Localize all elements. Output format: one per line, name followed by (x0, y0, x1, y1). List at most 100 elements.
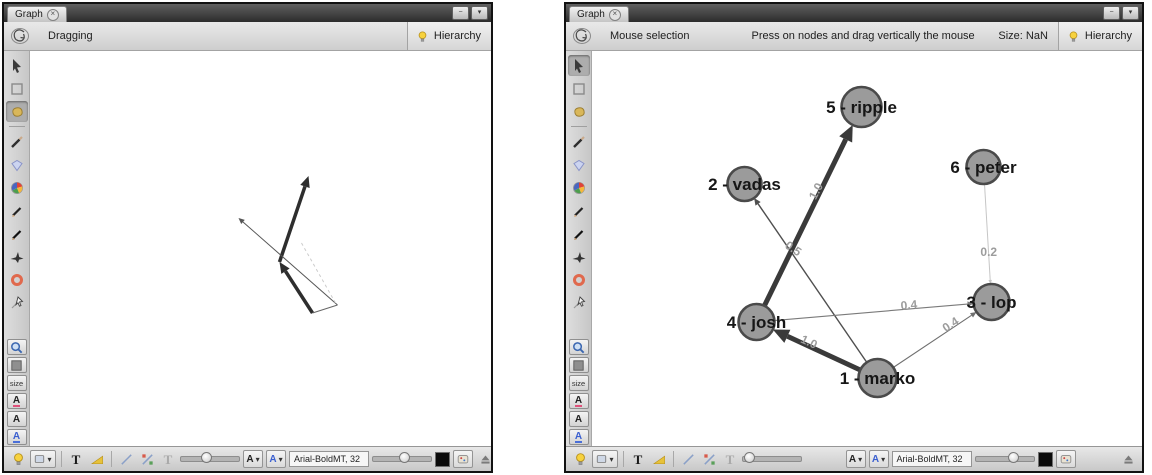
edge-font-button[interactable]: A▾ (869, 450, 889, 468)
node-pencil-tool[interactable] (568, 223, 590, 244)
edge-scale-slider[interactable] (180, 456, 240, 462)
heatmap-tool[interactable] (568, 177, 590, 198)
size-mode-button[interactable]: size (7, 375, 27, 391)
plane-icon (571, 249, 587, 265)
node-pencil-tool[interactable] (6, 223, 28, 244)
edge-color-mode-button[interactable] (88, 450, 106, 468)
edge-draw-tool[interactable] (6, 292, 28, 313)
painter-tool[interactable] (6, 131, 28, 152)
label-plain-button[interactable]: A (569, 411, 589, 427)
eject-icon (1122, 453, 1135, 466)
dropdown-arrow-icon: ▾ (881, 455, 885, 464)
tab-close-icon[interactable]: × (609, 9, 621, 21)
heatmap-tool[interactable] (6, 177, 28, 198)
rectangle-selection-tool[interactable] (568, 78, 590, 99)
node-labels-toggle[interactable]: T (629, 450, 647, 468)
edge-pencil-tool[interactable] (6, 200, 28, 221)
graph-canvas[interactable]: 0.51.00.41.00.40.21 - marko2 - vadas3 - … (592, 51, 1142, 446)
background-color-button[interactable] (569, 357, 589, 373)
painter-tool[interactable] (568, 131, 590, 152)
cursor-line-icon (571, 295, 587, 311)
window-menu-button[interactable]: ▾ (471, 6, 488, 20)
label-color-swatch[interactable] (435, 452, 450, 467)
attributes-settings-button[interactable] (1056, 450, 1076, 468)
square-swatch-icon (571, 358, 586, 373)
edge-font-button[interactable]: A▾ (266, 450, 286, 468)
collapse-panel-button[interactable] (476, 450, 494, 468)
graph-canvas[interactable] (30, 51, 491, 446)
hierarchy-panel[interactable]: Hierarchy (1058, 22, 1142, 50)
edge-labels-toggle[interactable]: T (721, 450, 739, 468)
edge-color-toggle[interactable] (138, 450, 156, 468)
slider-knob[interactable] (1008, 452, 1019, 463)
gray-t-icon: T (726, 453, 735, 466)
tab-close-icon[interactable]: × (47, 9, 59, 21)
shortest-path-tool[interactable] (6, 246, 28, 267)
status-text: Dragging (48, 30, 93, 42)
label-color-blue-button[interactable]: A (569, 429, 589, 445)
window-menu-button[interactable]: ▾ (1122, 6, 1139, 20)
shortest-path-tool[interactable] (568, 246, 590, 267)
label-size-slider[interactable] (372, 456, 432, 462)
labels-visibility-toggle[interactable] (571, 450, 589, 468)
font-field[interactable]: Arial-BoldMT, 32 (289, 451, 369, 467)
zoom-reset-button[interactable] (569, 339, 589, 355)
node-font-button[interactable]: A▾ (846, 450, 866, 468)
slider-knob[interactable] (399, 452, 410, 463)
label-mode-dropdown[interactable]: ▾ (592, 450, 618, 468)
node-font-button[interactable]: A▾ (243, 450, 263, 468)
slider-knob[interactable] (201, 452, 212, 463)
edge-pencil-tool[interactable] (568, 200, 590, 221)
collapse-panel-button[interactable] (1119, 450, 1137, 468)
attributes-settings-button[interactable] (453, 450, 473, 468)
labels-visibility-toggle[interactable] (9, 450, 27, 468)
sizer-tool[interactable] (6, 154, 28, 175)
edge-labels-toggle[interactable]: T (159, 450, 177, 468)
tab-graph[interactable]: Graph × (569, 6, 629, 22)
label-color-swatch[interactable] (1038, 452, 1053, 467)
edge-draw-tool[interactable] (568, 292, 590, 313)
minimize-button[interactable]: − (1103, 6, 1120, 20)
hierarchy-label: Hierarchy (1085, 30, 1132, 42)
tab-bar: Graph × − ▾ (566, 4, 1142, 22)
heat-ring-tool[interactable] (568, 269, 590, 290)
font-field[interactable]: Arial-BoldMT, 32 (892, 451, 972, 467)
label-color-red-button[interactable]: A (7, 393, 27, 409)
zoom-reset-button[interactable] (7, 339, 27, 355)
size-mode-button[interactable]: size (569, 375, 589, 391)
magnifier-icon (9, 340, 24, 355)
letter-a-blue-icon: A (13, 432, 20, 443)
letter-a-icon: A (13, 415, 20, 424)
drag-tool[interactable] (568, 101, 590, 122)
slider-knob[interactable] (744, 452, 755, 463)
edge-display-toggle[interactable] (679, 450, 697, 468)
label-plain-button[interactable]: A (7, 411, 27, 427)
minimize-button[interactable]: − (452, 6, 469, 20)
tab-graph[interactable]: Graph × (7, 6, 67, 22)
cursor-icon (9, 58, 25, 74)
gephi-logo-icon (4, 25, 36, 47)
edge-color-toggle[interactable] (700, 450, 718, 468)
hierarchy-panel[interactable]: Hierarchy (407, 22, 491, 50)
graph-edge (757, 139, 846, 322)
graph-svg: 0.51.00.41.00.40.21 - marko2 - vadas3 - … (592, 51, 1142, 446)
direct-selection-tool[interactable] (568, 55, 590, 76)
rectangle-selection-tool[interactable] (6, 78, 28, 99)
sizer-tool[interactable] (568, 154, 590, 175)
background-color-button[interactable] (7, 357, 27, 373)
edge-scale-slider[interactable] (742, 456, 802, 462)
node-labels-toggle[interactable]: T (67, 450, 85, 468)
edge-display-toggle[interactable] (117, 450, 135, 468)
edge-color-mode-button[interactable] (650, 450, 668, 468)
plane-icon (9, 249, 25, 265)
direct-selection-tool[interactable] (6, 55, 28, 76)
label-color-red-button[interactable]: A (569, 393, 589, 409)
label-color-blue-button[interactable]: A (7, 429, 27, 445)
label-mode-dropdown[interactable]: ▾ (30, 450, 56, 468)
label-size-slider[interactable] (975, 456, 1035, 462)
heat-ring-tool[interactable] (6, 269, 28, 290)
edge-weight-label: 0.4 (900, 297, 918, 312)
mini-display-icon (596, 453, 607, 465)
drag-tool[interactable] (6, 101, 28, 122)
dropdown-arrow-icon: ▾ (47, 455, 51, 464)
